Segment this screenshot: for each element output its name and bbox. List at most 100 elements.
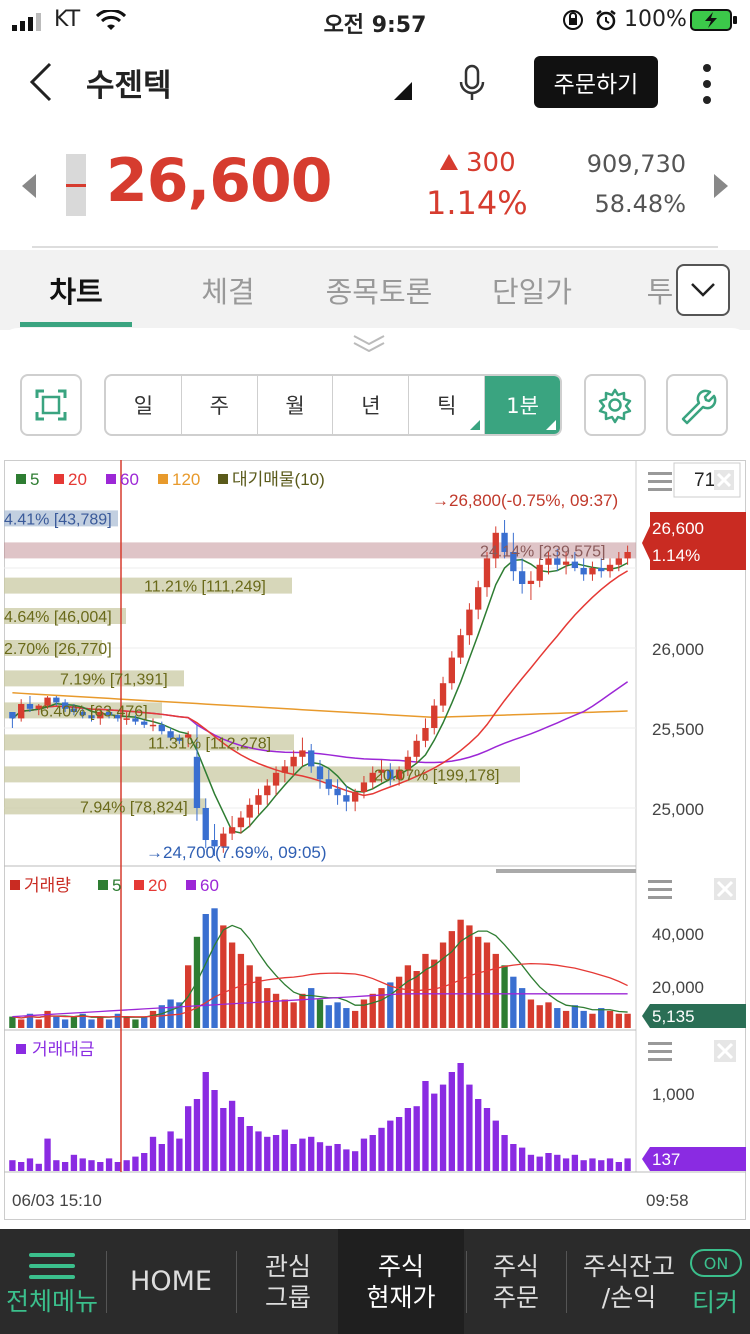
tools-button[interactable] xyxy=(666,374,728,436)
amount-bar xyxy=(18,1162,25,1171)
volume-bar xyxy=(492,953,499,1028)
amount-bar xyxy=(158,1144,165,1171)
period-month-label: 월 xyxy=(285,394,305,418)
legend-vol-ma5-swatch xyxy=(98,880,108,890)
price-panel-menu-icon[interactable] xyxy=(648,472,672,491)
legend-ma120: 120 xyxy=(172,470,200,489)
next-stock-arrow-icon[interactable] xyxy=(712,174,728,202)
fullscreen-button[interactable] xyxy=(20,374,82,436)
amount-bar xyxy=(492,1120,499,1171)
top-bar: 수젠텍 주문하기 xyxy=(0,44,750,124)
nav-all-menu[interactable]: 전체메뉴 xyxy=(0,1229,104,1334)
amount-title: 거래대금 xyxy=(32,1040,95,1059)
volume-bar xyxy=(606,1010,614,1028)
candle-body xyxy=(483,558,491,588)
volume-bar xyxy=(571,1005,579,1028)
volume-axis-label: 40,000 xyxy=(652,925,704,944)
volume-bar xyxy=(149,1010,157,1028)
volume-bar xyxy=(123,1016,130,1028)
supply-zone-label: 20.07% [199,178] xyxy=(374,767,499,784)
volume-bar xyxy=(422,953,429,1028)
status-bar: KT 오전 9:57 100% xyxy=(0,0,750,40)
candle-body xyxy=(431,705,438,728)
nav-quote-label-2: 현재가 xyxy=(366,1282,436,1312)
amount-bar xyxy=(123,1160,130,1171)
legend-ma120-swatch xyxy=(158,474,168,484)
period-month[interactable]: 월 xyxy=(258,376,334,434)
supply-zone-label: 4.64% [46,004] xyxy=(4,609,112,626)
ticker-toggle[interactable]: ON xyxy=(690,1249,742,1277)
nav-stock-quote[interactable]: 주식 현재가 xyxy=(338,1229,464,1334)
legend-amount-swatch xyxy=(16,1044,26,1054)
legend-vol-ma60-swatch xyxy=(186,880,196,890)
candle-body xyxy=(149,724,157,727)
volume-bar xyxy=(351,1010,359,1028)
legend-vol-ma5: 5 xyxy=(112,876,121,895)
amount-bar xyxy=(615,1162,622,1171)
period-day[interactable]: 일 xyxy=(106,376,182,434)
volume-bar xyxy=(624,1013,631,1028)
amount-panel-close-icon[interactable] xyxy=(714,1040,736,1062)
chart-container[interactable]: 4.41% [43,789] 24.14% [239,575] 11.21% [11… xyxy=(4,460,746,1220)
volume-bar xyxy=(141,1016,148,1028)
candle-body xyxy=(325,779,332,789)
tab-trades[interactable]: 체결 xyxy=(172,250,284,330)
scroll-indicator[interactable] xyxy=(496,869,636,873)
active-tab-indicator xyxy=(20,322,132,327)
amount-bar xyxy=(360,1138,368,1171)
volume-panel-close-icon[interactable] xyxy=(714,878,736,900)
candle-body xyxy=(264,785,271,796)
ticker-label[interactable]: 티커 xyxy=(692,1283,738,1319)
period-tick[interactable]: 틱 xyxy=(409,376,486,434)
amount-bar xyxy=(35,1163,42,1171)
prev-stock-arrow-icon[interactable] xyxy=(22,174,38,202)
period-count-close-icon[interactable] xyxy=(714,470,734,490)
back-icon[interactable] xyxy=(28,62,54,106)
amount-panel-menu-icon[interactable] xyxy=(648,1042,672,1061)
nav-balance[interactable]: 주식잔고 /손익 xyxy=(570,1229,688,1334)
amount-bar xyxy=(518,1147,526,1171)
microphone-icon[interactable] xyxy=(458,64,486,108)
nav-stock-order[interactable]: 주식 주문 xyxy=(468,1229,564,1334)
volume-bar xyxy=(387,982,394,1028)
more-options-icon[interactable] xyxy=(700,62,714,110)
stock-name[interactable]: 수젠텍 xyxy=(86,60,172,105)
volume-bar xyxy=(325,1005,332,1028)
alarm-icon xyxy=(594,8,618,38)
current-price-tag-value: 26,600 xyxy=(652,519,704,538)
candle-body xyxy=(26,704,34,709)
period-year-label: 년 xyxy=(361,394,381,418)
amount-bar xyxy=(290,1144,297,1171)
settings-button[interactable] xyxy=(584,374,646,436)
chart-svg[interactable]: 4.41% [43,789] 24.14% [239,575] 11.21% [11… xyxy=(4,460,746,1220)
candle-body xyxy=(237,817,245,828)
tab-discussion[interactable]: 종목토론 xyxy=(314,250,444,330)
tab-chart[interactable]: 차트 xyxy=(20,250,132,330)
candle-body xyxy=(475,587,482,610)
volume-bar xyxy=(228,942,236,1028)
nav-home[interactable]: HOME xyxy=(108,1229,234,1334)
legend-ma5-swatch xyxy=(16,474,26,484)
period-minute-label: 1분 xyxy=(506,394,539,418)
amount-bar xyxy=(132,1156,139,1171)
volume-panel-menu-icon[interactable] xyxy=(648,880,672,899)
price-axis-label: 25,500 xyxy=(652,720,704,739)
volume-bar xyxy=(18,1019,25,1028)
nav-watch-group[interactable]: 관심 그룹 xyxy=(238,1229,338,1334)
stock-dropdown-icon[interactable] xyxy=(394,82,412,104)
period-week[interactable]: 주 xyxy=(182,376,258,434)
order-button[interactable]: 주문하기 xyxy=(534,56,658,108)
volume-bar xyxy=(272,993,280,1028)
amount-bar xyxy=(510,1144,517,1171)
supply-zone-label: 7.19% [71,391] xyxy=(60,671,168,688)
amount-bar xyxy=(378,1127,385,1171)
tab-expand-button[interactable] xyxy=(676,264,730,316)
hamburger-icon xyxy=(29,1246,75,1286)
volume-bar xyxy=(61,1019,69,1028)
period-year[interactable]: 년 xyxy=(333,376,410,434)
collapse-handle-icon[interactable] xyxy=(352,334,386,356)
volume-bar xyxy=(475,936,482,1028)
period-minute[interactable]: 1분 xyxy=(485,376,560,434)
candle-body xyxy=(343,795,350,802)
tab-single-price[interactable]: 단일가 xyxy=(476,250,588,330)
